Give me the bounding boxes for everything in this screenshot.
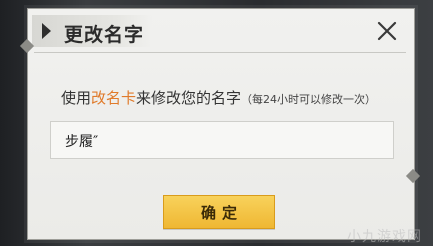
site-watermark: 小九游戏网 (347, 229, 422, 245)
rename-dialog: 更改名字 使用改名卡来修改您的名字（每24小时可以修改一次） 步履″ 确定 (19, 8, 421, 240)
title-arrow-icon (42, 23, 51, 39)
confirm-button[interactable]: 确定 (163, 195, 275, 229)
name-input-value: 步履″ (65, 134, 99, 150)
confirm-button-label: 确定 (200, 203, 243, 222)
rename-prompt: 使用改名卡来修改您的名字（每24小时可以修改一次） (61, 87, 376, 108)
close-icon (377, 21, 397, 41)
header-divider (34, 52, 406, 53)
prompt-text-end: 来修改您的名字 (136, 89, 242, 107)
close-button[interactable] (375, 19, 399, 43)
rename-card-label: 改名卡 (91, 89, 137, 107)
cooldown-note: （每24小时可以修改一次） (241, 93, 377, 106)
name-input[interactable]: 步履″ (50, 121, 394, 159)
dialog-title: 更改名字 (64, 24, 145, 46)
dialog-header: 更改名字 (28, 9, 414, 53)
prompt-text-start: 使用 (61, 89, 92, 107)
